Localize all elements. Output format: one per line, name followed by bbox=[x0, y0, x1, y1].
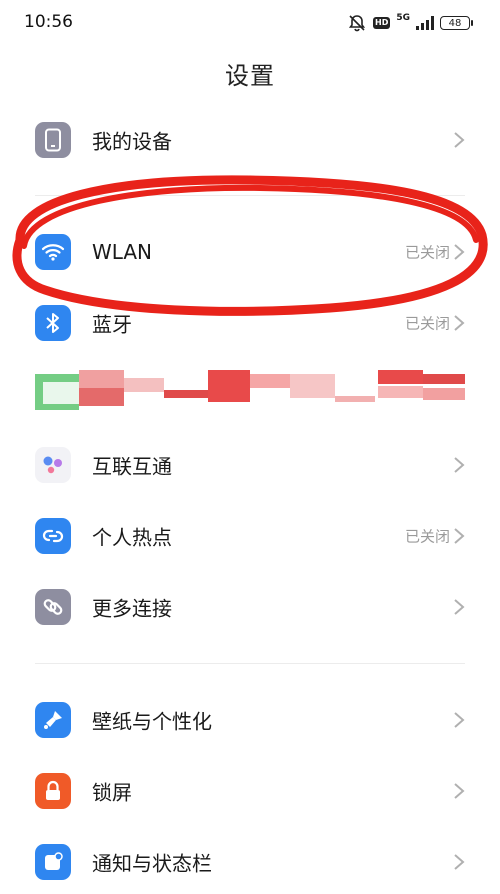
redacted-row bbox=[35, 368, 465, 412]
row-label: WLAN bbox=[92, 240, 153, 264]
row-more-connections[interactable]: 更多连接 bbox=[0, 575, 500, 639]
bluetooth-icon bbox=[35, 305, 71, 341]
status-bar: 10:56 HD 5G 48 bbox=[0, 0, 500, 46]
divider bbox=[35, 195, 465, 196]
row-interconnect[interactable]: 互联互通 bbox=[0, 433, 500, 497]
row-label: 蓝牙 bbox=[92, 312, 132, 337]
row-label: 更多连接 bbox=[92, 596, 172, 621]
wifi-icon bbox=[35, 234, 71, 270]
row-wallpaper[interactable]: 壁纸与个性化 bbox=[0, 688, 500, 752]
hd-badge: HD bbox=[373, 17, 391, 29]
row-hotspot[interactable]: 个人热点 已关闭 bbox=[0, 504, 500, 568]
link-icon bbox=[35, 589, 71, 625]
chevron-right-icon bbox=[454, 854, 465, 870]
chevron-right-icon bbox=[454, 244, 465, 260]
row-label: 通知与状态栏 bbox=[92, 851, 212, 876]
chevron-right-icon bbox=[454, 457, 465, 473]
dots-icon bbox=[35, 447, 71, 483]
chevron-right-icon bbox=[454, 132, 465, 148]
row-label: 锁屏 bbox=[92, 780, 132, 805]
lock-icon bbox=[35, 773, 71, 809]
status-icons: HD 5G 48 bbox=[347, 12, 473, 34]
phone-icon bbox=[35, 122, 71, 158]
divider bbox=[35, 663, 465, 664]
chevron-right-icon bbox=[454, 783, 465, 799]
chevron-right-icon bbox=[454, 599, 465, 615]
row-wlan[interactable]: WLAN 已关闭 bbox=[0, 220, 500, 284]
muted-bell-icon bbox=[348, 15, 366, 32]
chevron-right-icon bbox=[454, 712, 465, 728]
row-label: 个人热点 bbox=[92, 525, 172, 550]
row-value: 已关闭 bbox=[404, 243, 450, 262]
row-label: 我的设备 bbox=[92, 129, 172, 154]
battery-level: 48 bbox=[448, 18, 462, 29]
status-time: 10:56 bbox=[24, 12, 73, 32]
row-my-device[interactable]: 我的设备 bbox=[0, 108, 500, 172]
page-title: 设置 bbox=[225, 62, 275, 90]
row-notifications[interactable]: 通知与状态栏 bbox=[0, 830, 500, 894]
row-label: 互联互通 bbox=[92, 454, 172, 479]
brush-icon bbox=[35, 702, 71, 738]
row-value: 已关闭 bbox=[404, 527, 450, 546]
chevron-right-icon bbox=[454, 528, 465, 544]
row-lock-screen[interactable]: 锁屏 bbox=[0, 759, 500, 823]
notification-icon bbox=[35, 844, 71, 880]
row-label: 壁纸与个性化 bbox=[92, 709, 212, 734]
chevron-right-icon bbox=[454, 315, 465, 331]
hotspot-icon bbox=[35, 518, 71, 554]
network-type: 5G bbox=[396, 13, 410, 23]
row-value: 已关闭 bbox=[404, 314, 450, 333]
signal-icon bbox=[416, 16, 434, 30]
row-bluetooth[interactable]: 蓝牙 已关闭 bbox=[0, 291, 500, 355]
battery-icon: 48 bbox=[440, 16, 473, 30]
